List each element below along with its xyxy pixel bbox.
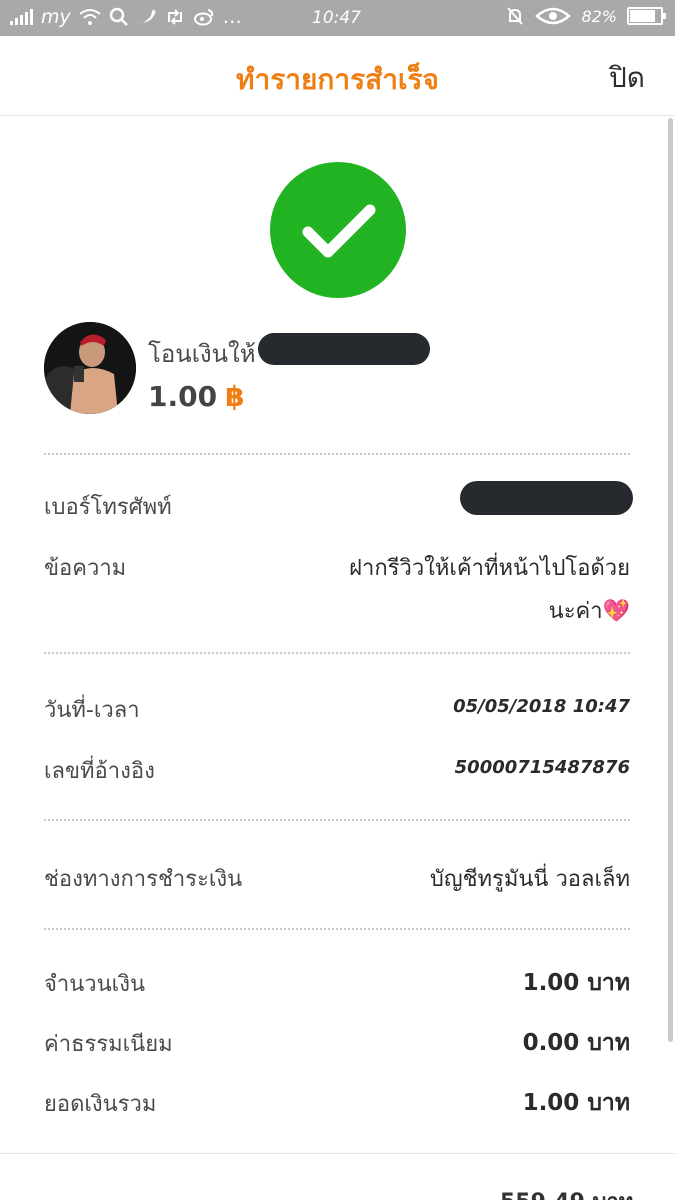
reference-label: เลขที่อ้างอิง [44, 759, 155, 784]
transfer-amount: 1.00 ฿ [148, 380, 245, 413]
phone-label: เบอร์โทรศัพท์ [44, 495, 172, 520]
fee-label: ค่าธรรมเนียม [44, 1032, 173, 1057]
search-icon [109, 7, 128, 26]
recipient-label: โอนเงินให้ [148, 340, 256, 368]
success-check-icon [270, 162, 406, 298]
divider [44, 652, 630, 654]
payment-channel-label: ช่องทางการชำระเงิน [44, 867, 243, 892]
total-label: ยอดเงินรวม [44, 1092, 157, 1117]
weibo-icon [193, 9, 213, 26]
status-right: 82% [505, 6, 666, 26]
total-value: 1.00 บาท [522, 1090, 630, 1116]
section-divider [0, 1153, 675, 1154]
redacted-recipient-name [258, 333, 430, 365]
status-left: my … [10, 6, 242, 28]
divider [44, 928, 630, 930]
eye-icon [535, 7, 572, 25]
baht-symbol: ฿ [225, 380, 245, 413]
avatar [44, 322, 136, 414]
message-line-2: นะค่า💖 [548, 599, 630, 624]
scrollbar[interactable] [668, 118, 673, 1042]
battery-icon [627, 7, 666, 25]
mute-bell-icon [507, 7, 524, 25]
more-notifications-icon: … [222, 6, 242, 28]
close-button[interactable]: ปิด [609, 56, 645, 100]
datetime-value: 05/05/2018 10:47 [453, 696, 630, 717]
battery-percent: 82% [581, 6, 617, 26]
amount-value: 1.00 บาท [522, 970, 630, 996]
header: ทำรายการสำเร็จ ปิด [0, 36, 675, 116]
transfer-amount-value: 1.00 [148, 380, 218, 413]
reference-value: 50000715487876 [454, 757, 630, 778]
redacted-phone-number [460, 481, 633, 515]
wifi-icon [79, 9, 101, 25]
datetime-label: วันที่-เวลา [44, 698, 140, 723]
retweet-icon [167, 9, 182, 25]
divider [44, 819, 630, 821]
amount-label: จำนวนเงิน [44, 972, 145, 997]
message-line-1: ฝากรีวิวให้เค้าที่หน้าไปโอด้วย [349, 556, 630, 581]
message-label: ข้อความ [44, 556, 127, 581]
divider [44, 453, 630, 455]
page-title: ทำรายการสำเร็จ [236, 63, 439, 96]
signal-icon [10, 9, 33, 25]
carrier-label: my [41, 6, 71, 28]
twitter-icon [137, 9, 156, 23]
payment-channel-value: บัญชีทรูมันนี่ วอลเล็ท [429, 867, 630, 892]
status-time: 10:47 [312, 8, 361, 28]
fee-value: 0.00 บาท [522, 1030, 630, 1056]
partial-balance-value: 559.49 บาท [500, 1184, 633, 1200]
status-bar: my … 10:47 82% [0, 0, 675, 36]
